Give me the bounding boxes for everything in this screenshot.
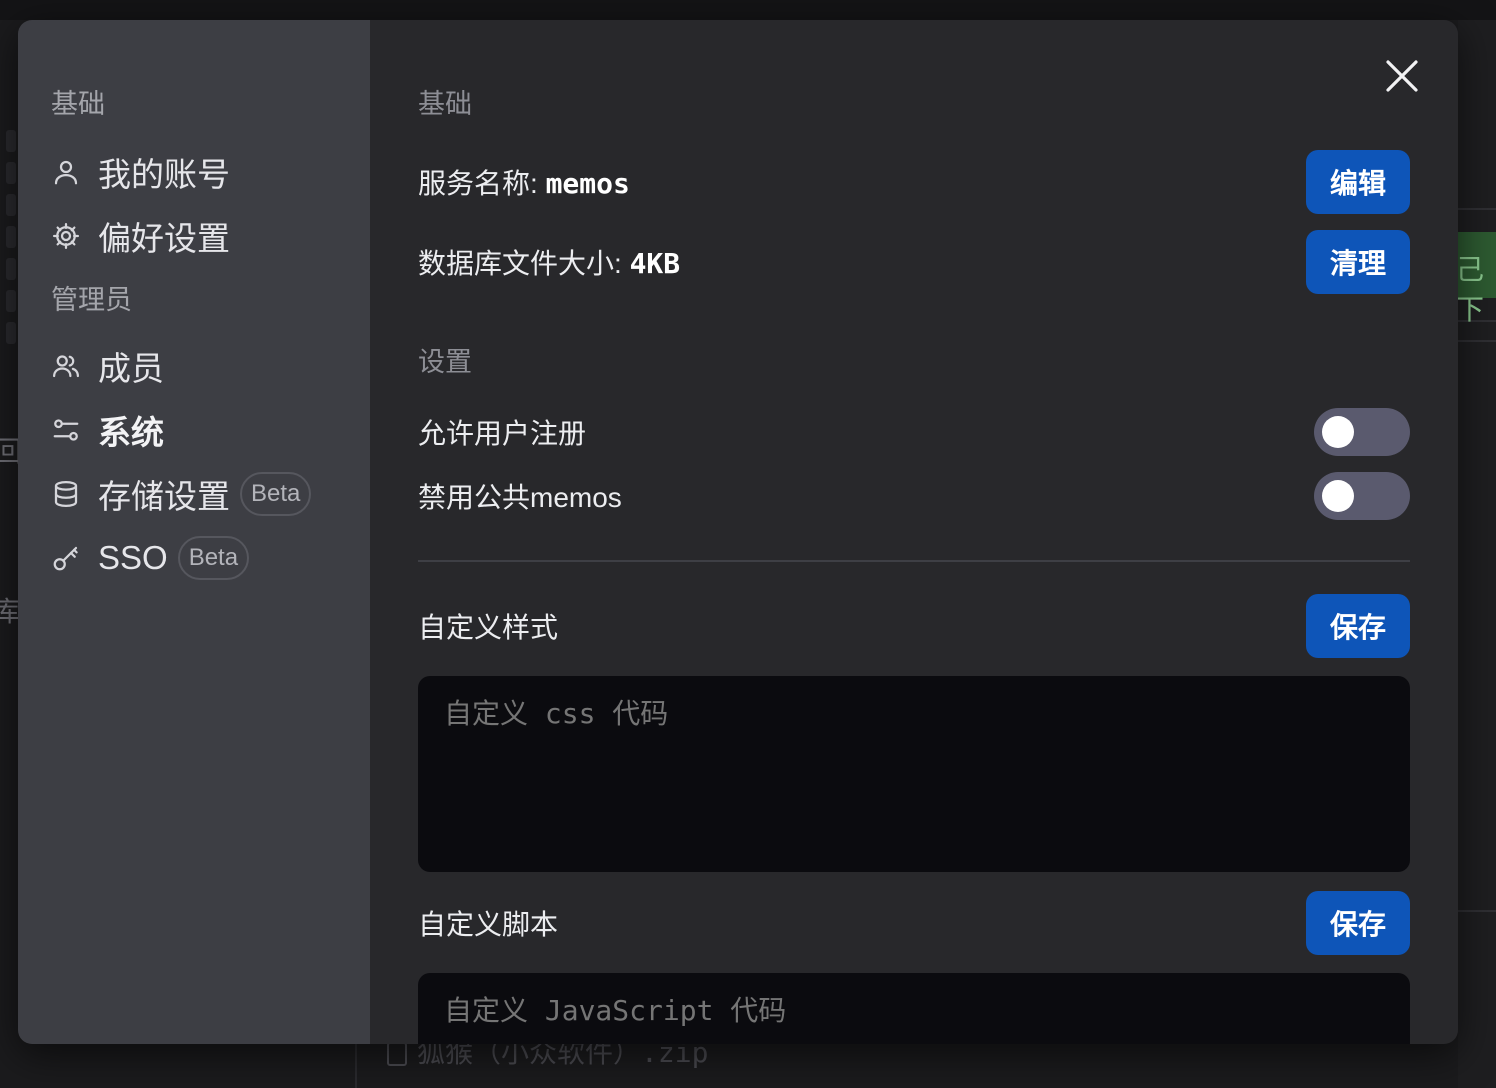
sidebar-item-members[interactable]: 成员 (18, 334, 370, 398)
toggle-knob (1322, 416, 1354, 448)
save-custom-script-button[interactable]: 保存 (1306, 891, 1410, 955)
sidebar-item-system[interactable]: 系统 (18, 398, 370, 462)
clean-button[interactable]: 清理 (1306, 230, 1410, 294)
allow-signup-toggle[interactable] (1314, 408, 1410, 456)
custom-style-label: 自定义样式 (418, 612, 559, 643)
custom-script-label: 自定义脚本 (418, 909, 559, 940)
background-file-name: 狐猴（小众软件）.zip (417, 1040, 709, 1069)
db-size-label: 数据库文件大小: 4KB (418, 242, 680, 282)
sidebar-item-storage[interactable]: 存储设置 Beta (18, 462, 370, 526)
custom-style-row: 自定义样式 保存 (418, 594, 1410, 658)
sidebar-item-preferences[interactable]: 偏好设置 (18, 204, 370, 268)
sidebar-item-label: 存储设置 (98, 478, 230, 515)
gear-icon (50, 220, 82, 252)
database-icon (50, 478, 82, 510)
sidebar-item-my-account[interactable]: 我的账号 (18, 140, 370, 204)
db-size-row: 数据库文件大小: 4KB 清理 (418, 230, 1410, 294)
background-divider (1458, 340, 1496, 342)
save-custom-style-button[interactable]: 保存 (1306, 594, 1410, 658)
service-name-label: 服务名称: memos (418, 162, 630, 202)
background-divider (1458, 208, 1496, 210)
edit-button[interactable]: 编辑 (1306, 150, 1410, 214)
service-name-key: 服务名称: (418, 168, 546, 199)
toggle-knob (1322, 480, 1354, 512)
beta-badge: Beta (177, 536, 250, 580)
sidebar-item-label: 偏好设置 (98, 220, 230, 257)
close-button[interactable] (1384, 58, 1420, 94)
db-size-key: 数据库文件大小: (418, 248, 630, 279)
background-glyph: 库 (0, 595, 21, 628)
background-left-strip (0, 130, 18, 370)
sidebar-item-label: 成员 (98, 350, 164, 387)
settings-sidebar: 基础 我的账号 偏好设置 管理员 成员 系统 存储设置 Beta SSO Bet… (18, 20, 370, 1044)
custom-javascript-textarea[interactable] (418, 973, 1410, 1044)
sidebar-section-admin: 管理员 (51, 285, 132, 315)
background-green-label: 己下 (1456, 253, 1485, 326)
disable-public-memos-toggle[interactable] (1314, 472, 1410, 520)
sidebar-item-label: SSO (98, 539, 168, 576)
db-size-value: 4KB (629, 247, 681, 280)
settings-content: 基础 服务名称: memos 编辑 数据库文件大小: 4KB 清理 设置 允许用… (370, 20, 1458, 1044)
custom-css-textarea[interactable] (418, 676, 1410, 872)
sidebar-section-basic: 基础 (51, 89, 105, 119)
beta-badge: Beta (240, 472, 312, 516)
background-divider (1458, 910, 1496, 912)
user-icon (50, 156, 82, 188)
section-title-settings: 设置 (418, 347, 472, 377)
custom-script-row: 自定义脚本 保存 (418, 891, 1410, 955)
sidebar-item-label: 我的账号 (98, 156, 230, 193)
settings-dialog: 基础 我的账号 偏好设置 管理员 成员 系统 存储设置 Beta SSO Bet… (18, 20, 1458, 1044)
disable-public-memos-row: 禁用公共memos (418, 472, 1410, 520)
sliders-icon (50, 414, 82, 446)
disable-public-memos-label: 禁用公共memos (418, 482, 622, 513)
sidebar-item-label: 系统 (98, 414, 164, 451)
close-icon (1386, 60, 1418, 92)
background-top-bar (0, 0, 1496, 20)
section-title-basic: 基础 (418, 89, 472, 119)
background-file-row: 狐猴（小众软件）.zip (355, 1040, 1458, 1088)
background-right-panel (1458, 20, 1496, 1088)
sidebar-item-sso[interactable]: SSO Beta (18, 526, 370, 590)
allow-signup-label: 允许用户注册 (418, 418, 587, 449)
document-icon (387, 1042, 407, 1066)
background-green-button: 己下 (1456, 232, 1496, 326)
users-icon (50, 350, 82, 382)
allow-signup-row: 允许用户注册 (418, 408, 1410, 456)
service-name-row: 服务名称: memos 编辑 (418, 150, 1410, 214)
service-name-value: memos (545, 167, 630, 200)
key-icon (50, 542, 82, 574)
